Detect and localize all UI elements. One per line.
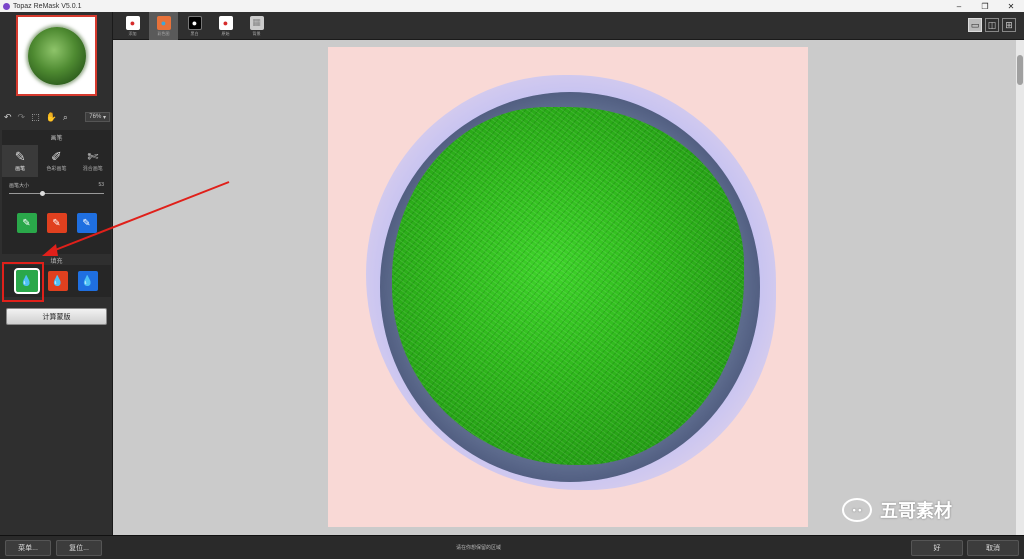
navigator-thumbnail[interactable] — [16, 15, 97, 96]
apple-bw-icon: ● — [187, 15, 202, 30]
blend-brush-tool-label: 混合画笔 — [82, 166, 103, 172]
keep-brush-button[interactable]: ✎ — [16, 213, 37, 233]
app-logo-icon — [3, 2, 10, 10]
minimize-button[interactable]: – — [946, 0, 972, 12]
split-view-icon[interactable]: ◫ — [985, 18, 999, 32]
keep-brush-icon: ✎ — [22, 217, 31, 229]
zoom-value: 76% — [89, 114, 102, 120]
color-brush-icon: ✐ — [51, 149, 62, 164]
brush-size-label: 画笔大小 — [9, 183, 30, 189]
background-icon: ▦ — [249, 15, 264, 30]
blend-brush-icon: ✄ — [87, 149, 99, 164]
mask-preview-image[interactable] — [328, 47, 808, 527]
color-brush-tool-label: 色彩画笔 — [46, 166, 67, 172]
drop-fill-button[interactable]: 💧 — [47, 271, 68, 291]
close-button[interactable]: ✕ — [998, 0, 1024, 12]
undo-icon[interactable]: ↶ — [4, 112, 12, 123]
brush-tool-label: 画笔 — [15, 166, 26, 172]
fill-drop-icon: 💧 — [81, 275, 94, 287]
status-hint: 请在你想保留的区域 — [456, 545, 502, 551]
zoom-icon[interactable]: ⌕ — [63, 112, 68, 123]
redo-icon[interactable]: ↷ — [18, 112, 26, 123]
vertical-scrollbar[interactable] — [1016, 40, 1024, 535]
apple-icon: ● — [125, 15, 140, 30]
window-controls: – ❐ ✕ — [946, 0, 1024, 12]
slider-track — [9, 193, 104, 194]
title-bar: Topaz ReMask V5.0.1 – ❐ ✕ — [0, 0, 1024, 12]
navigation-toolbar: ↶ ↷ ⬚ ✋ ⌕ 76% ▾ — [4, 110, 110, 124]
tab-background[interactable]: ▦ 背景 — [242, 12, 271, 40]
brush-icon: ✎ — [14, 149, 26, 164]
color-brush-tool[interactable]: ✐ 色彩画笔 — [38, 145, 74, 177]
reset-button[interactable]: 复位... — [56, 540, 102, 556]
tab-label: 黑白 — [190, 30, 199, 36]
scrollbar-thumb[interactable] — [1017, 55, 1023, 85]
compute-brush-icon: ✎ — [82, 217, 91, 229]
thumbnail-grass-ball — [27, 26, 86, 85]
tab-original[interactable]: ● 原始 — [211, 12, 240, 40]
wechat-icon: • • — [842, 498, 872, 522]
blend-brush-tool[interactable]: ✄ 混合画笔 — [75, 145, 111, 177]
brush-section-title: 画笔 — [50, 136, 63, 142]
fill-drop-icon: 💧 — [51, 275, 64, 287]
view-mode-buttons: ▭ ◫ ⊞ — [968, 18, 1016, 32]
hand-icon[interactable]: ✋ — [46, 112, 57, 123]
cancel-button[interactable]: 取消 — [967, 540, 1019, 556]
tab-label: 彩色图 — [157, 30, 170, 36]
compute-mask-button[interactable]: 计算蒙版 — [6, 308, 107, 325]
restore-button[interactable]: ❐ — [972, 0, 998, 12]
view-tab-bar: ● 添加 ● 彩色图 ● 黑白 ● 原始 ▦ 背景 ▭ ◫ ⊞ — [113, 12, 1024, 40]
drop-brush-icon: ✎ — [52, 217, 61, 229]
single-view-icon[interactable]: ▭ — [968, 18, 982, 32]
grass-ball-keep-region — [392, 107, 744, 465]
drop-brush-button[interactable]: ✎ — [46, 213, 67, 233]
compute-brush-button[interactable]: ✎ — [76, 213, 97, 233]
slider-knob[interactable] — [40, 191, 46, 196]
tab-color-map[interactable]: ● 彩色图 — [149, 12, 178, 40]
brush-size-slider[interactable] — [9, 191, 104, 197]
tab-label: 原始 — [221, 30, 230, 36]
quad-view-icon[interactable]: ⊞ — [1002, 18, 1016, 32]
apple-color-icon: ● — [156, 15, 171, 30]
watermark: • • 五哥素材 — [842, 497, 952, 523]
ok-button[interactable]: 好 — [911, 540, 963, 556]
watermark-text: 五哥素材 — [880, 501, 952, 521]
tab-add[interactable]: ● 添加 — [118, 12, 147, 40]
brush-panel: 画笔 ✎ 画笔 ✐ 色彩画笔 ✄ 混合画笔 画笔大小 53 ✎ ✎ ✎ — [2, 130, 111, 254]
brush-size-value: 53 — [98, 182, 104, 188]
zoom-select[interactable]: 76% ▾ — [85, 112, 110, 122]
annotation-highlight-box — [2, 262, 44, 302]
left-sidebar: ↶ ↷ ⬚ ✋ ⌕ 76% ▾ 画笔 ✎ 画笔 ✐ 色彩画笔 ✄ 混合画笔 画笔… — [0, 12, 113, 535]
menu-button[interactable]: 菜单... — [5, 540, 51, 556]
bottom-bar: 菜单... 复位... 请在你想保留的区域 好 取消 — [0, 535, 1024, 559]
window-title: Topaz ReMask V5.0.1 — [13, 2, 82, 10]
tab-label: 添加 — [128, 30, 137, 36]
tab-black-white[interactable]: ● 黑白 — [180, 12, 209, 40]
compute-fill-button[interactable]: 💧 — [77, 271, 98, 291]
tab-label: 背景 — [252, 30, 261, 36]
apple-icon: ● — [218, 15, 233, 30]
brush-tool[interactable]: ✎ 画笔 — [2, 145, 39, 177]
marquee-icon[interactable]: ⬚ — [31, 112, 40, 123]
